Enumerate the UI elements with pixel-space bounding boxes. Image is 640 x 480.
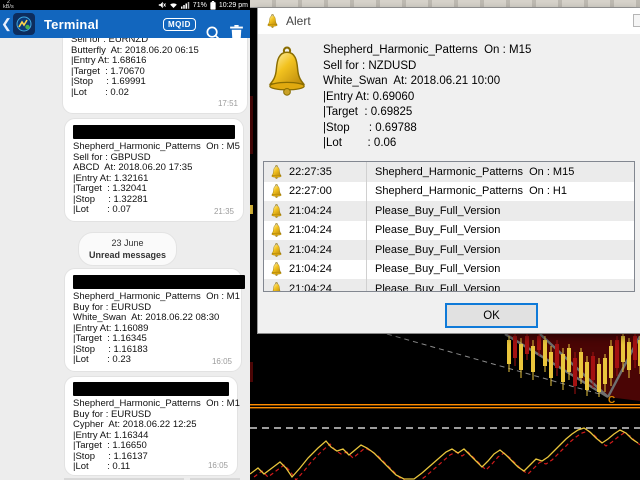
message-line: ABCD At: 2018.06.20 17:35 — [73, 163, 235, 174]
alert-message: Please_Buy_Full_Version — [367, 224, 500, 236]
message-line: Shepherd_Harmonic_Patterns On : M5 — [73, 142, 235, 153]
phone-app-bar: ❮ Terminal MQID — [0, 10, 250, 38]
message-bubble: Sell for : EURNZD Butterfly At: 2018.06.… — [62, 38, 248, 114]
wifi-icon — [169, 1, 178, 9]
message-line: |Lot : 0.02 — [71, 88, 239, 99]
metatrader-app-icon — [13, 13, 35, 35]
alert-time: 21:04:24 — [289, 224, 332, 236]
redacted-text-bar — [73, 125, 235, 139]
alert-row[interactable]: 21:04:24 Please_Buy_Full_Version — [264, 221, 634, 241]
message-line: White_Swan At: 2018.06.22 08:30 — [73, 313, 233, 324]
alert-row[interactable]: 22:27:35 Shepherd_Harmonic_Patterns On :… — [264, 162, 634, 182]
bell-icon — [270, 204, 283, 218]
signal-icon — [181, 1, 190, 9]
status-time: 10:29 pm — [219, 2, 248, 9]
message-time: 21:35 — [214, 207, 234, 216]
alert-row[interactable]: 22:27:00 Shepherd_Harmonic_Patterns On :… — [264, 182, 634, 202]
unread-divider: 23 June Unread messages — [78, 232, 177, 266]
alert-row[interactable]: 21:04:24 Please_Buy_Full_Version — [264, 279, 634, 292]
ok-button[interactable]: OK — [445, 303, 538, 328]
message-line: |Lot : 0.23 — [73, 355, 233, 366]
bell-icon — [270, 243, 283, 257]
battery-icon — [210, 1, 216, 10]
mute-icon — [158, 1, 166, 9]
bell-icon — [270, 184, 283, 198]
alert-line: White_Swan At: 2018.06.21 10:00 — [323, 74, 531, 90]
message-line: |Lot : 0.07 — [73, 205, 235, 216]
battery-percent: 71% — [193, 2, 207, 9]
alert-row[interactable]: 21:04:24 Please_Buy_Full_Version — [264, 260, 634, 280]
message-line: |Stop : 1.69991 — [71, 77, 239, 88]
alert-time: 21:04:24 — [289, 244, 332, 256]
message-bubble: Shepherd_Harmonic_Patterns On : M1 Buy f… — [64, 268, 242, 372]
alert-line: |Lot : 0.06 — [323, 136, 531, 152]
divider-date: 23 June — [89, 238, 166, 248]
bell-icon — [266, 46, 308, 96]
alert-time: 21:04:24 — [289, 205, 332, 217]
message-bubble: Shepherd_Harmonic_Patterns On : M1 Buy f… — [64, 376, 238, 476]
alert-line: |Stop : 0.69788 — [323, 121, 531, 137]
alert-time: 21:04:24 — [289, 263, 332, 275]
alert-message: Please_Buy_Full_Version — [367, 244, 500, 256]
alert-message: Please_Buy_Full_Version — [367, 263, 500, 275]
message-time: 17:51 — [218, 99, 238, 108]
alert-message: Shepherd_Harmonic_Patterns On : M15 — [367, 166, 574, 178]
svg-text:C: C — [608, 395, 615, 406]
back-icon[interactable]: ❮ — [1, 16, 11, 32]
alert-row[interactable]: 21:04:24 Please_Buy_Full_Version — [264, 240, 634, 260]
message-line: Cypher At: 2018.06.22 12:25 — [73, 420, 229, 431]
mqid-badge[interactable]: MQID — [163, 18, 196, 31]
screenshot-root: C Alert Shepherd_Harmonic_Patterns On : … — [0, 0, 640, 480]
alert-line: Shepherd_Harmonic_Patterns On : M15 — [323, 43, 531, 59]
close-icon[interactable] — [633, 14, 640, 27]
alert-dialog: Alert Shepherd_Harmonic_Patterns On : M1… — [257, 8, 640, 334]
page-title: Terminal — [44, 17, 99, 32]
alert-line: |Entry At: 0.69060 — [323, 90, 531, 106]
message-line: Shepherd_Harmonic_Patterns On : M1 — [73, 399, 229, 410]
phone-screenshot: 2 kB/s 71% 10:29 pm — [0, 0, 250, 480]
message-line: |Target : 1.32041 — [73, 184, 235, 195]
message-line: |Lot : 0.11 — [73, 462, 229, 473]
message-list: Sell for : EURNZD Butterfly At: 2018.06.… — [0, 38, 250, 480]
redacted-text-bar — [73, 275, 245, 289]
alert-list: 22:27:35 Shepherd_Harmonic_Patterns On :… — [263, 161, 635, 292]
phone-status-bar: 2 kB/s 71% 10:29 pm — [0, 0, 250, 10]
bell-icon — [270, 282, 283, 292]
message-time: 16:05 — [212, 357, 232, 366]
dialog-title: Alert — [286, 14, 311, 28]
message-line: |Target : 1.16345 — [73, 334, 233, 345]
alert-line: Sell for : NZDUSD — [323, 59, 531, 75]
alert-time: 22:27:00 — [289, 185, 332, 197]
message-line: |Entry At: 1.68616 — [71, 56, 239, 67]
bell-icon — [270, 165, 283, 179]
bell-icon — [270, 223, 283, 237]
message-bubble: Shepherd_Harmonic_Patterns On : M5 Sell … — [64, 118, 244, 222]
message-time: 16:05 — [208, 461, 228, 470]
alert-line: |Target : 0.69825 — [323, 105, 531, 121]
mt4-toolbar-sliver — [250, 0, 640, 8]
alert-time: 22:27:35 — [289, 166, 332, 178]
redacted-text-bar — [73, 382, 229, 396]
alert-row[interactable]: 21:04:24 Please_Buy_Full_Version — [264, 201, 634, 221]
alert-message: Please_Buy_Full_Version — [367, 283, 500, 292]
alert-message: Shepherd_Harmonic_Patterns On : H1 — [367, 185, 567, 197]
alert-time: 21:04:24 — [289, 283, 332, 292]
message-line: Shepherd_Harmonic_Patterns On : M1 — [73, 292, 233, 303]
bell-icon — [266, 14, 279, 28]
bell-icon — [270, 262, 283, 276]
dialog-titlebar[interactable]: Alert — [258, 8, 640, 34]
divider-label: Unread messages — [89, 250, 166, 260]
alert-message: Please_Buy_Full_Version — [367, 205, 500, 217]
message-line: |Target : 1.16650 — [73, 441, 229, 452]
